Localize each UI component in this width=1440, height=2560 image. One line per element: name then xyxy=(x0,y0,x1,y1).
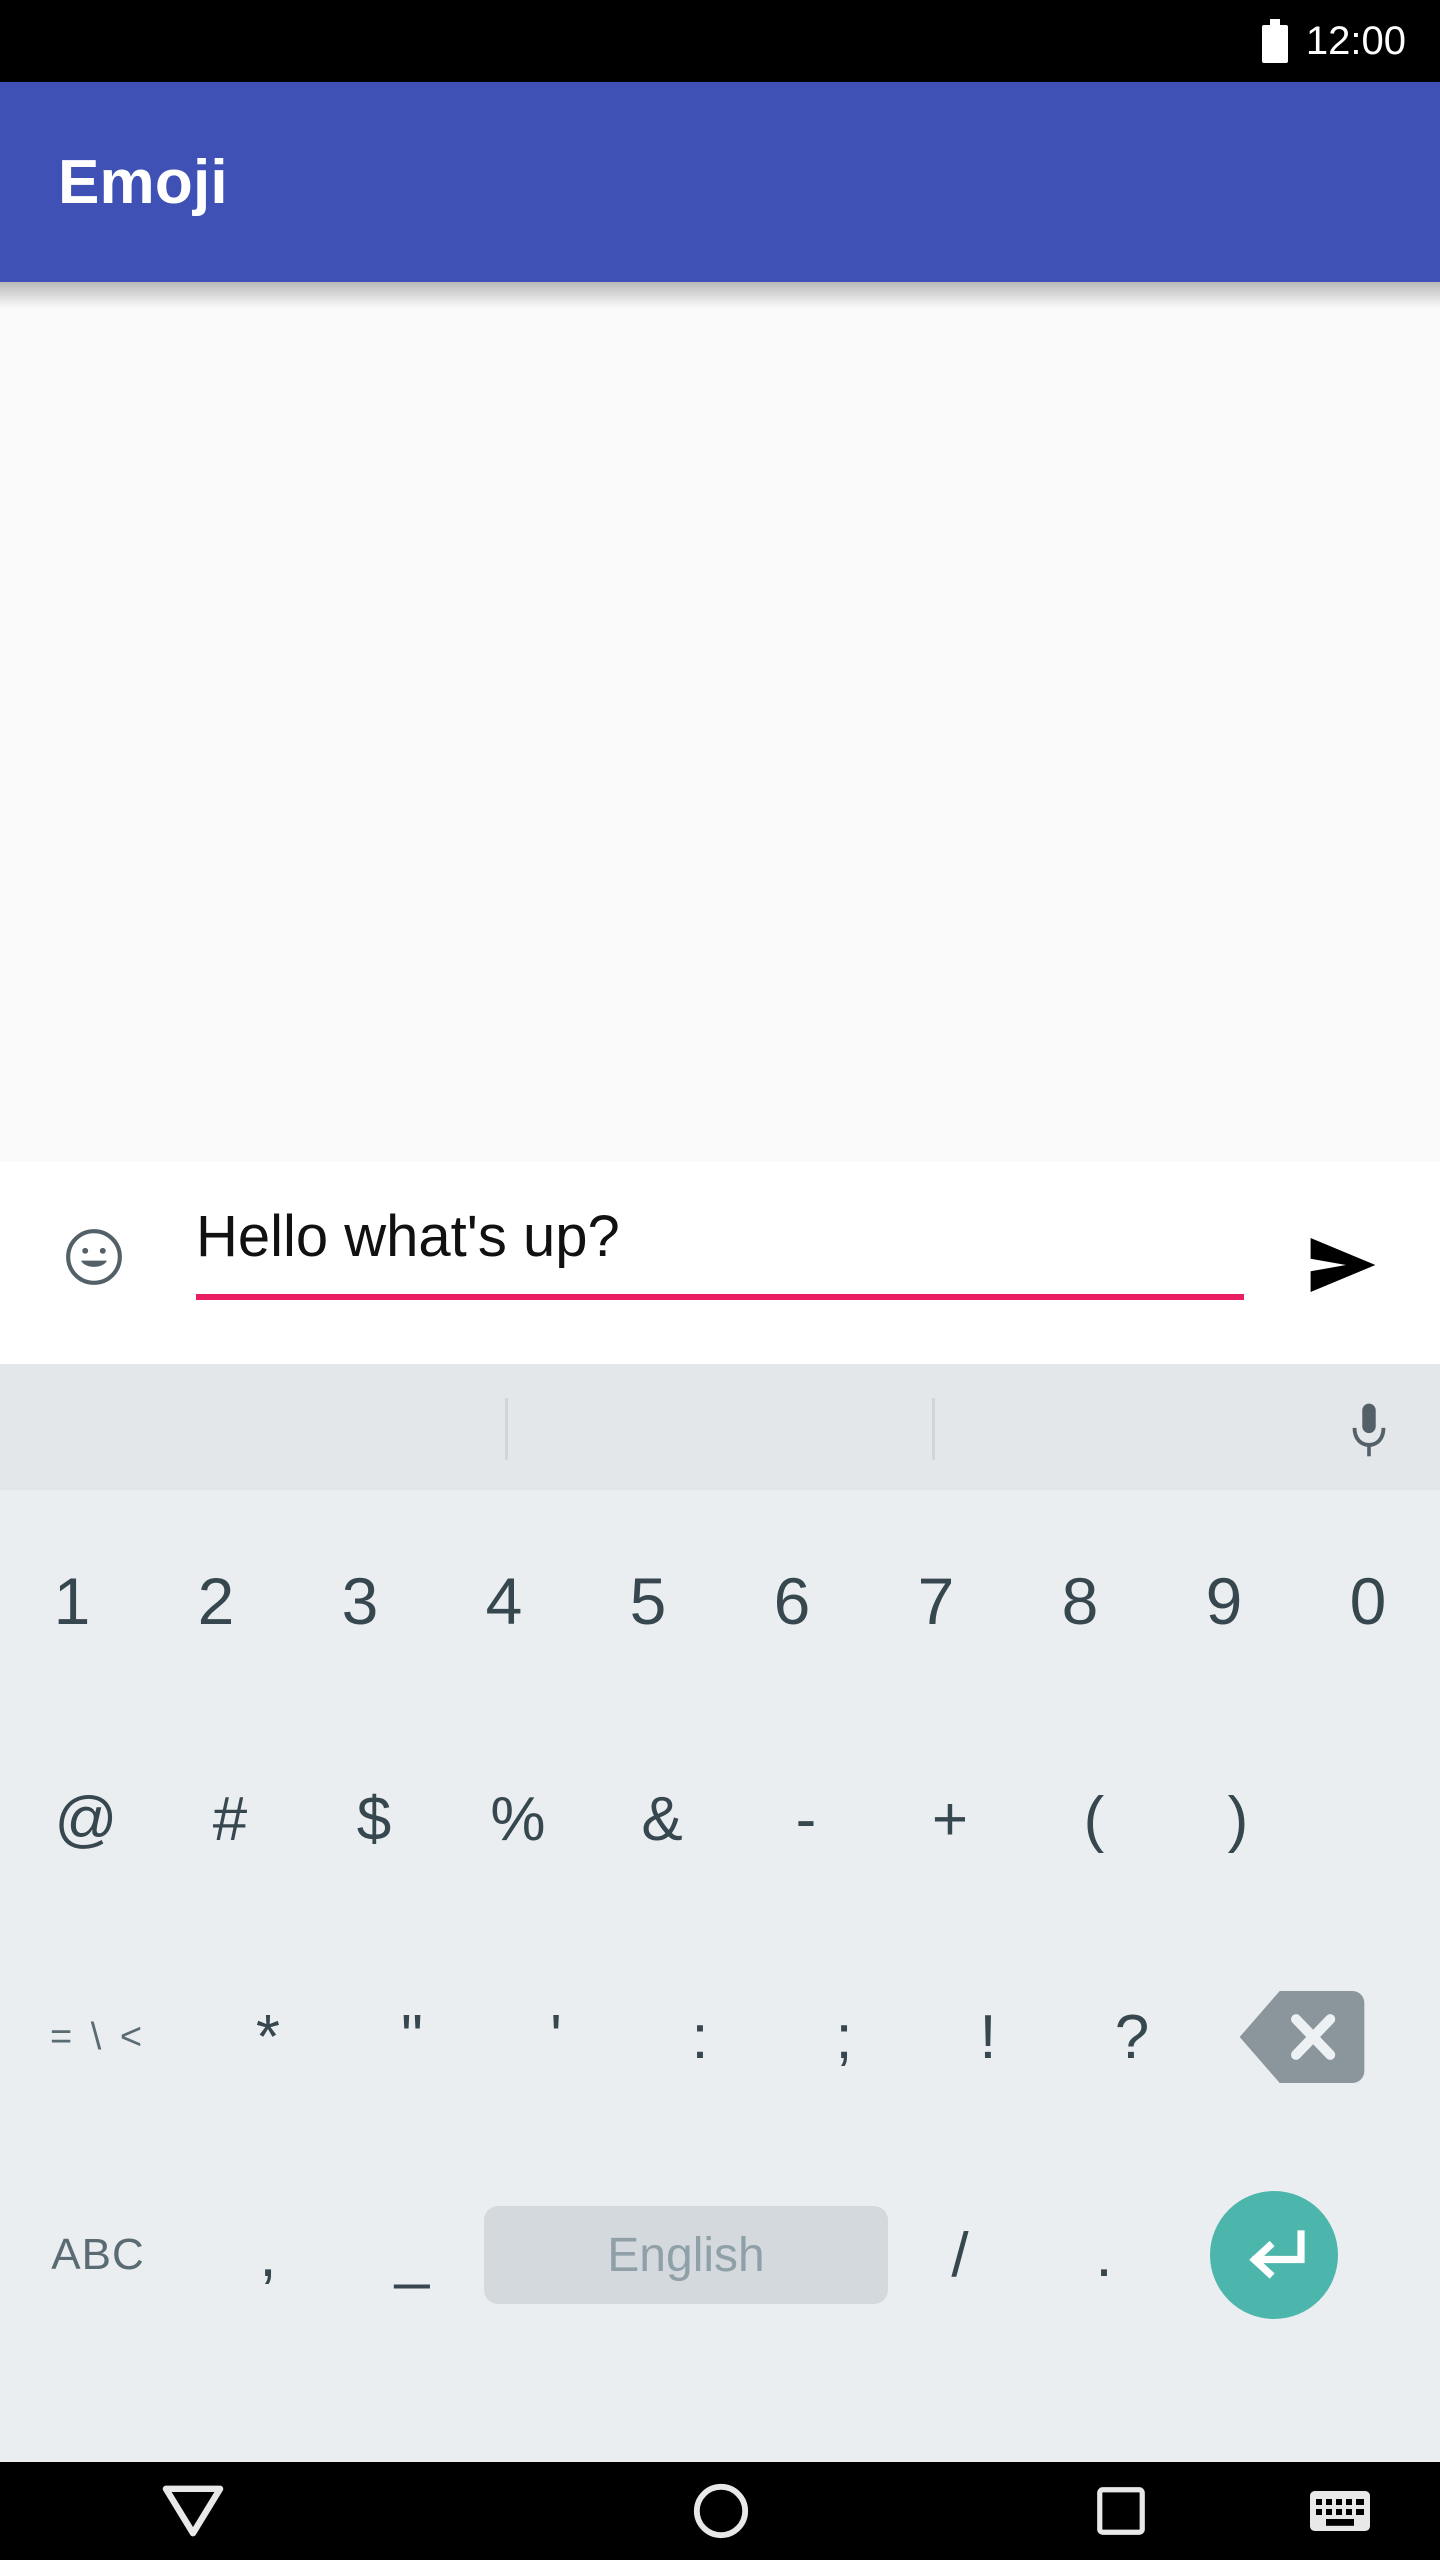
key-enter[interactable] xyxy=(1176,2146,1372,2364)
nav-home-circle-icon[interactable] xyxy=(648,2462,794,2560)
enter-icon xyxy=(1210,2191,1338,2319)
app-bar: Emoji xyxy=(0,82,1440,282)
key-hyphen[interactable]: - xyxy=(734,1710,878,1928)
key-symbols-shift[interactable]: = \ < xyxy=(0,1928,196,2146)
microphone-icon[interactable] xyxy=(1348,1400,1390,1462)
key-6[interactable]: 6 xyxy=(720,1492,864,1710)
status-bar-clock: 12:00 xyxy=(1305,19,1406,63)
key-hash[interactable]: # xyxy=(158,1710,302,1928)
page-title: Emoji xyxy=(58,147,228,217)
battery-full-icon xyxy=(1261,19,1288,63)
send-button[interactable] xyxy=(1306,1235,1380,1295)
key-apostrophe[interactable]: ' xyxy=(484,1928,628,2146)
key-doublequote[interactable]: " xyxy=(340,1928,484,2146)
message-input-underline xyxy=(196,1294,1244,1300)
key-slash[interactable]: / xyxy=(888,2146,1032,2364)
key-asterisk[interactable]: * xyxy=(196,1928,340,2146)
nav-back-down-triangle-icon[interactable] xyxy=(120,2462,266,2560)
spacebar-language-label: English xyxy=(484,2206,888,2304)
suggestion-strip[interactable] xyxy=(0,1364,1440,1490)
phone-screen: 12:00 Emoji Hello what's up? 1 2 3 4 5 6… xyxy=(0,0,1440,2560)
message-input-value: Hello what's up? xyxy=(196,1204,620,1269)
key-0[interactable]: 0 xyxy=(1296,1492,1440,1710)
system-navigation-bar xyxy=(0,2462,1440,2560)
key-7[interactable]: 7 xyxy=(864,1492,1008,1710)
nav-recents-square-icon[interactable] xyxy=(1048,2462,1194,2560)
key-2[interactable]: 2 xyxy=(144,1492,288,1710)
keyboard-row-punctuation: = \ < * " ' : ; ! ? xyxy=(0,1928,1440,2146)
keyboard-row-bottom: ABC , _ English / . xyxy=(0,2146,1440,2364)
key-plus[interactable]: + xyxy=(878,1710,1022,1928)
key-1[interactable]: 1 xyxy=(0,1492,144,1710)
message-input-field[interactable]: Hello what's up? xyxy=(196,1190,1246,1316)
emoji-smiley-icon[interactable] xyxy=(63,1226,125,1288)
key-9[interactable]: 9 xyxy=(1152,1492,1296,1710)
keyboard-row-symbols: @ # $ % & - + ( ) xyxy=(0,1710,1440,1928)
key-spacebar[interactable]: English xyxy=(484,2146,888,2364)
key-paren-open[interactable]: ( xyxy=(1022,1710,1166,1928)
key-exclamation[interactable]: ! xyxy=(916,1928,1060,2146)
key-percent[interactable]: % xyxy=(446,1710,590,1928)
key-underscore[interactable]: _ xyxy=(340,2146,484,2364)
nav-keyboard-icon[interactable] xyxy=(1280,2462,1400,2560)
key-paren-close[interactable]: ) xyxy=(1166,1710,1310,1928)
message-list-area xyxy=(0,282,1440,1162)
key-abc-switch[interactable]: ABC xyxy=(0,2146,196,2364)
key-4[interactable]: 4 xyxy=(432,1492,576,1710)
key-ampersand[interactable]: & xyxy=(590,1710,734,1928)
key-8[interactable]: 8 xyxy=(1008,1492,1152,1710)
key-dollar[interactable]: $ xyxy=(302,1710,446,1928)
on-screen-keyboard: 1 2 3 4 5 6 7 8 9 0 @ # $ % & - + () = … xyxy=(0,1364,1440,2462)
key-question[interactable]: ? xyxy=(1060,1928,1204,2146)
app-bar-shadow xyxy=(0,282,1440,308)
keyboard-row-numbers: 1 2 3 4 5 6 7 8 9 0 xyxy=(0,1492,1440,1710)
key-3[interactable]: 3 xyxy=(288,1492,432,1710)
suggestion-divider xyxy=(932,1398,935,1460)
key-5[interactable]: 5 xyxy=(576,1492,720,1710)
key-colon[interactable]: : xyxy=(628,1928,772,2146)
status-bar: 12:00 xyxy=(0,0,1440,82)
key-period[interactable]: . xyxy=(1032,2146,1176,2364)
keyboard-key-rows: 1 2 3 4 5 6 7 8 9 0 @ # $ % & - + () = … xyxy=(0,1492,1440,2462)
suggestion-divider xyxy=(505,1398,508,1460)
backspace-icon[interactable] xyxy=(1204,1928,1400,2146)
key-semicolon[interactable]: ; xyxy=(772,1928,916,2146)
key-comma[interactable]: , xyxy=(196,2146,340,2364)
key-at[interactable]: @ xyxy=(14,1710,158,1928)
